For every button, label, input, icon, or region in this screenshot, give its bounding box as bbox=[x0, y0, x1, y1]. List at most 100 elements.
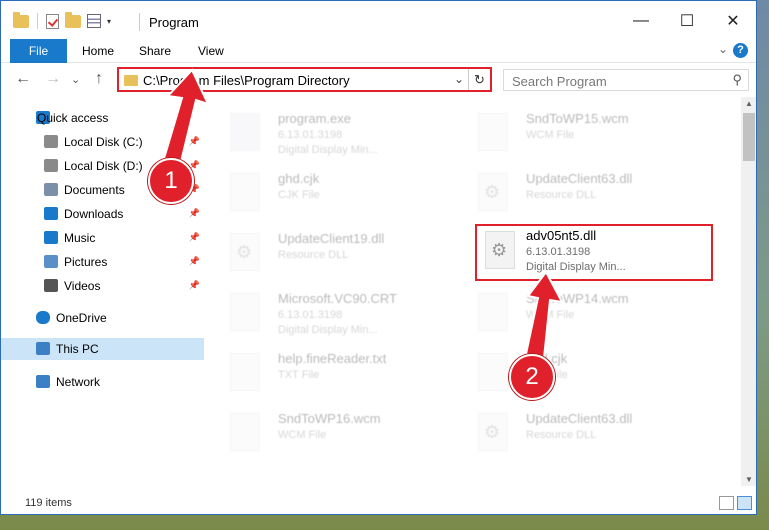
file-item[interactable]: UpdateClient19.dll Resource DLL bbox=[216, 229, 451, 283]
sidebar-item-quick-access[interactable]: Quick access bbox=[1, 107, 204, 129]
file-detail: WCM File bbox=[526, 129, 575, 141]
forward-button[interactable]: → bbox=[45, 70, 61, 88]
search-placeholder: Search Program bbox=[512, 74, 607, 89]
drive-icon bbox=[44, 159, 58, 172]
help-icon[interactable]: ? bbox=[733, 43, 748, 58]
folder-icon bbox=[13, 11, 29, 28]
file-icon bbox=[230, 173, 260, 211]
file-item[interactable]: UpdateClient63.dll Resource DLL bbox=[464, 169, 699, 223]
file-item[interactable]: SndToWP15.wcm WCM File bbox=[464, 109, 699, 163]
file-item[interactable]: SndToWP14.wcm WCM File bbox=[464, 289, 699, 343]
customize-toolbar-icon[interactable]: ▾ bbox=[107, 17, 111, 26]
file-name: UpdateClient63.dll bbox=[526, 171, 633, 186]
new-folder-icon[interactable] bbox=[65, 11, 81, 28]
pictures-icon bbox=[44, 255, 58, 268]
file-detail: Resource DLL bbox=[526, 429, 597, 441]
file-name: ghd.cjk bbox=[278, 171, 320, 186]
callout-step-2: 2 bbox=[509, 354, 555, 400]
file-icon bbox=[478, 113, 508, 151]
file-detail: 6.13.01.3198 bbox=[278, 129, 343, 141]
sidebar-item-label: Local Disk (C:) bbox=[64, 135, 143, 149]
sidebar-item-label: This PC bbox=[56, 342, 99, 356]
scroll-down-icon[interactable]: ▼ bbox=[741, 475, 756, 484]
sidebar-item-this-pc[interactable]: This PC bbox=[1, 338, 204, 360]
pin-icon[interactable]: 📌 bbox=[189, 280, 200, 291]
file-item[interactable]: SndToWP16.wcm WCM File bbox=[216, 409, 451, 463]
videos-icon bbox=[44, 279, 58, 292]
tab-file[interactable]: File bbox=[10, 39, 67, 63]
file-item[interactable]: ghd.cjk CJK File bbox=[216, 169, 451, 223]
file-name: adv05nt5.dll bbox=[526, 228, 597, 243]
ribbon-tabs: File Home Share View ⌄ ? bbox=[1, 39, 756, 63]
search-input[interactable]: Search Program ⚲ bbox=[503, 69, 749, 91]
file-detail: Resource DLL bbox=[278, 249, 349, 261]
status-bar: 119 items bbox=[1, 493, 756, 514]
minimize-button[interactable]: — bbox=[618, 1, 664, 41]
downloads-icon bbox=[44, 207, 58, 220]
sidebar-item-label: Pictures bbox=[64, 255, 108, 269]
file-description: Digital Display Min... bbox=[526, 261, 626, 273]
refresh-button[interactable]: ↻ bbox=[468, 69, 490, 90]
sidebar-item-label: Downloads bbox=[64, 207, 124, 221]
sidebar-item-downloads[interactable]: Downloads 📌 bbox=[1, 203, 204, 225]
large-icons-view-icon[interactable] bbox=[737, 496, 752, 510]
vertical-scrollbar[interactable]: ▲ ▼ bbox=[741, 97, 756, 486]
file-name: SndToWP15.wcm bbox=[526, 111, 629, 126]
sidebar-item-label: Music bbox=[64, 231, 96, 245]
highlighted-file-box[interactable]: adv05nt5.dll 6.13.01.3198 Digital Displa… bbox=[475, 224, 713, 281]
file-item[interactable]: ghd.cjkCJK File bbox=[464, 349, 699, 403]
address-bar[interactable]: C:\Program Files\Program Directory ⌄ ↻ bbox=[117, 67, 492, 92]
recent-locations-chevron-icon[interactable]: ⌄ bbox=[71, 73, 80, 86]
computer-icon bbox=[36, 342, 50, 355]
file-description: Digital Display Min... bbox=[278, 324, 378, 336]
maximize-button[interactable]: ☐ bbox=[664, 1, 710, 41]
sidebar-item-videos[interactable]: Videos 📌 bbox=[1, 275, 204, 297]
sidebar-item-local-disk-c[interactable]: Local Disk (C:) 📌 bbox=[1, 131, 204, 153]
tab-home[interactable]: Home bbox=[82, 39, 114, 63]
pin-icon[interactable]: 📌 bbox=[189, 256, 200, 267]
dll-file-icon bbox=[485, 231, 515, 269]
file-detail: 6.13.01.3198 bbox=[278, 309, 343, 321]
sidebar-item-music[interactable]: Music 📌 bbox=[1, 227, 204, 249]
file-item[interactable]: help.fineReader.txt TXT File bbox=[216, 349, 451, 403]
file-name: UpdateClient19.dll bbox=[278, 231, 385, 246]
file-description: Digital Display Min... bbox=[278, 144, 378, 156]
details-view-icon[interactable] bbox=[719, 496, 734, 510]
sidebar-item-network[interactable]: Network bbox=[1, 371, 204, 393]
network-icon bbox=[36, 375, 50, 388]
file-item[interactable]: Microsoft.VC90.CRT 6.13.01.3198 Digital Di… bbox=[216, 289, 451, 343]
file-icon bbox=[478, 173, 508, 211]
file-item[interactable]: program.exe 6.13.01.3198 Digital Display M… bbox=[216, 109, 451, 163]
scroll-up-icon[interactable]: ▲ bbox=[741, 99, 756, 108]
file-item[interactable]: UpdateClient63.dll Resource DLL bbox=[464, 409, 699, 463]
file-item-adv05nt5[interactable]: adv05nt5.dll 6.13.01.3198 Digital Displa… bbox=[477, 226, 712, 280]
file-name: program.exe bbox=[278, 111, 351, 126]
properties-icon[interactable] bbox=[87, 14, 101, 28]
file-detail: CJK File bbox=[278, 189, 320, 201]
close-button[interactable]: ✕ bbox=[710, 1, 756, 41]
pin-icon[interactable]: 📌 bbox=[189, 232, 200, 243]
file-icon bbox=[230, 413, 260, 451]
file-list: program.exe 6.13.01.3198 Digital Display M… bbox=[216, 101, 741, 486]
file-icon bbox=[230, 113, 260, 151]
expand-ribbon-icon[interactable]: ⌄ bbox=[718, 42, 728, 56]
address-path[interactable]: C:\Program Files\Program Directory bbox=[143, 73, 350, 88]
address-dropdown-chevron-icon[interactable]: ⌄ bbox=[454, 72, 464, 86]
checkmark-icon[interactable] bbox=[46, 13, 59, 29]
sidebar-item-label: Documents bbox=[64, 183, 125, 197]
pin-icon[interactable]: 📌 bbox=[189, 208, 200, 219]
tab-share[interactable]: Share bbox=[139, 39, 171, 63]
file-name: help.fineReader.txt bbox=[278, 351, 387, 366]
view-switcher bbox=[719, 496, 752, 510]
scroll-thumb[interactable] bbox=[743, 113, 755, 161]
pin-icon[interactable]: 📌 bbox=[189, 136, 200, 147]
file-icon bbox=[478, 353, 508, 391]
up-button[interactable]: ↑ bbox=[95, 70, 103, 88]
sidebar-item-label: Videos bbox=[64, 279, 101, 293]
tab-view[interactable]: View bbox=[198, 39, 224, 63]
back-button[interactable]: ← bbox=[15, 70, 31, 88]
sidebar-item-pictures[interactable]: Pictures 📌 bbox=[1, 251, 204, 273]
sidebar-item-onedrive[interactable]: OneDrive bbox=[1, 307, 204, 329]
file-name: UpdateClient63.dll bbox=[526, 411, 633, 426]
onedrive-icon bbox=[36, 311, 50, 324]
